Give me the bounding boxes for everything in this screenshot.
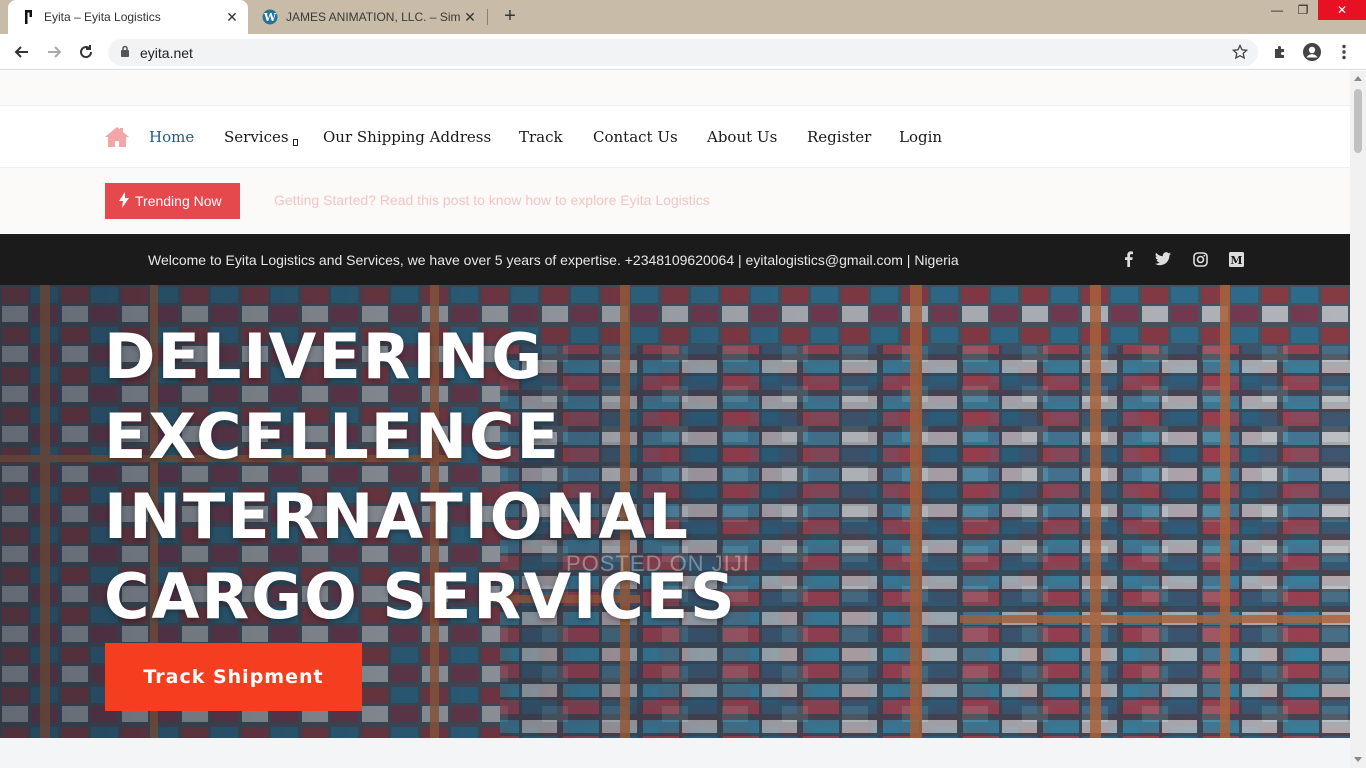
page-scrollbar[interactable]: [1350, 71, 1366, 768]
dropdown-caret-icon: [292, 139, 298, 146]
nav-services[interactable]: Services: [224, 128, 298, 146]
nav-about-us[interactable]: About Us: [707, 128, 777, 146]
forward-arrow-icon[interactable]: [42, 40, 66, 64]
top-strip: [0, 71, 1350, 106]
profile-avatar-icon[interactable]: [1300, 40, 1324, 64]
track-shipment-button[interactable]: Track Shipment: [105, 643, 362, 711]
web-page: Home Services Our Shipping Address Track…: [0, 71, 1350, 768]
home-icon[interactable]: [104, 126, 130, 153]
welcome-text: Welcome to Eyita Logistics and Services,…: [148, 252, 959, 268]
nav-shipping-address[interactable]: Our Shipping Address: [323, 128, 491, 146]
image-watermark: POSTED ON JIJI: [566, 551, 750, 576]
address-bar[interactable]: eyita.net: [108, 39, 1258, 66]
trending-headline-link[interactable]: Getting Started? Read this post to know …: [274, 192, 710, 208]
tab-james-animation[interactable]: W JAMES ANIMATION, LLC. – Simpl ✕: [250, 0, 486, 34]
browser-menu-icon[interactable]: [1332, 40, 1356, 64]
tab-close-icon[interactable]: ✕: [460, 9, 480, 26]
window-close-button[interactable]: ✕: [1318, 0, 1366, 20]
bookmark-star-icon[interactable]: [1231, 43, 1249, 65]
main-navigation: Home Services Our Shipping Address Track…: [0, 106, 1350, 168]
nav-login[interactable]: Login: [899, 128, 942, 146]
tab-title: Eyita – Eyita Logistics: [44, 10, 161, 24]
extensions-puzzle-icon[interactable]: [1268, 40, 1292, 64]
hero-headline: DELIVERING EXCELLENCE INTERNATIONAL CARG…: [104, 317, 737, 637]
svg-text:W: W: [263, 11, 277, 24]
scroll-down-arrow-icon[interactable]: [1354, 757, 1362, 762]
wordpress-favicon-icon: W: [262, 9, 278, 25]
lock-icon: [120, 44, 130, 62]
trending-now-label: Trending Now: [135, 193, 222, 209]
bottom-strip: [0, 738, 1350, 768]
nav-home[interactable]: Home: [149, 128, 194, 146]
tab-close-icon[interactable]: ✕: [222, 9, 242, 26]
scroll-up-arrow-icon[interactable]: [1354, 76, 1362, 81]
lightning-bolt-icon: [119, 191, 129, 211]
nav-register[interactable]: Register: [807, 128, 871, 146]
tab-title: JAMES ANIMATION, LLC. – Simpl: [286, 10, 460, 24]
back-arrow-icon[interactable]: [10, 40, 34, 64]
facebook-icon[interactable]: [1120, 251, 1136, 267]
hero-line-3: INTERNATIONAL: [104, 480, 690, 553]
eyita-favicon-icon: [20, 9, 36, 25]
twitter-icon[interactable]: [1155, 251, 1171, 267]
url-text: eyita.net: [140, 44, 193, 61]
trending-bar: Trending Now Getting Started? Read this …: [0, 168, 1350, 234]
medium-icon[interactable]: M: [1228, 251, 1244, 267]
browser-toolbar: eyita.net: [0, 34, 1366, 70]
info-bar: Welcome to Eyita Logistics and Services,…: [0, 234, 1350, 285]
instagram-icon[interactable]: [1192, 251, 1208, 267]
nav-contact-us[interactable]: Contact Us: [593, 128, 678, 146]
browser-tab-bar: Eyita – Eyita Logistics ✕ W JAMES ANIMAT…: [0, 0, 1366, 34]
svg-text:M: M: [1230, 254, 1242, 267]
nav-track[interactable]: Track: [519, 128, 563, 146]
hero-line-1: DELIVERING: [104, 320, 545, 393]
hero-banner: DELIVERING EXCELLENCE INTERNATIONAL CARG…: [0, 285, 1350, 738]
nav-services-label: Services: [224, 128, 289, 146]
tab-separator: [487, 9, 488, 25]
tab-eyita[interactable]: Eyita – Eyita Logistics ✕: [8, 0, 248, 34]
reload-icon[interactable]: [74, 40, 98, 64]
scrollbar-thumb[interactable]: [1354, 89, 1362, 153]
trending-now-button[interactable]: Trending Now: [105, 183, 240, 219]
new-tab-button[interactable]: +: [499, 6, 521, 28]
hero-line-2: EXCELLENCE: [104, 400, 561, 473]
